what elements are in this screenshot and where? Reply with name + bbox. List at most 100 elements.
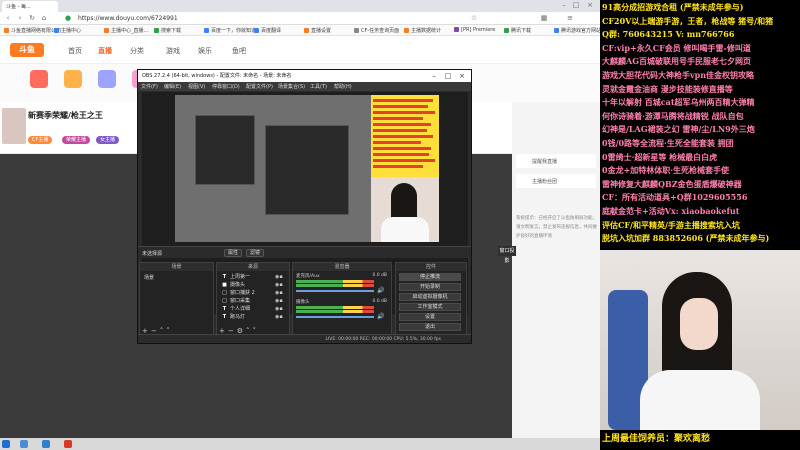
bookmark-label: 主播中心_直播...	[111, 28, 149, 34]
bookmark-item[interactable]: 主播中心	[54, 27, 81, 34]
category-icon[interactable]	[98, 70, 116, 88]
browser-tab[interactable]: 斗鱼 - 每...	[2, 1, 58, 12]
source-item[interactable]: T 跑马灯	[221, 313, 245, 321]
forward-icon[interactable]: ›	[16, 14, 24, 22]
menu-edit[interactable]: 编辑(E)	[164, 83, 181, 90]
audio-meter	[296, 306, 374, 309]
bookmark-item[interactable]: 百度一下，你就知道	[204, 27, 256, 34]
speaker-icon[interactable]: 🔊	[377, 287, 384, 294]
tag-badge[interactable]: 女主播	[96, 136, 120, 144]
exit-button[interactable]: 退出	[399, 323, 461, 331]
category-icon[interactable]	[30, 70, 48, 88]
back-icon[interactable]: ‹	[4, 14, 12, 22]
source-label: 摄像头	[230, 282, 246, 288]
source-item[interactable]: □ 窗口采集	[221, 297, 250, 305]
tag-badge[interactable]: 荣耀主播	[62, 136, 91, 144]
browser-taskbar-icon[interactable]	[42, 440, 50, 448]
mixer-dock: 混音器 麦克风/Aux 0.0 dB 🔊 摄像头 0.0 dB 🔊	[292, 262, 392, 338]
close-icon[interactable]: ×	[586, 1, 594, 9]
bookmark-label: 百度翻译	[261, 28, 282, 34]
studio-mode-button[interactable]: 工作室模式	[399, 303, 461, 311]
bookmark-item[interactable]: CF-任务查询页面	[354, 27, 399, 34]
home-icon[interactable]: ⌂	[40, 14, 48, 22]
bookmark-item[interactable]: 直播设置	[304, 27, 331, 34]
start-recording-button[interactable]: 开始录制	[399, 283, 461, 291]
bookmark-item[interactable]: 腾讯游戏官方网站	[554, 27, 600, 34]
stop-streaming-button[interactable]: 停止推流	[399, 273, 461, 281]
minimize-icon[interactable]: –	[427, 70, 441, 82]
start-icon[interactable]	[2, 440, 10, 448]
anchor-avatar[interactable]	[2, 108, 26, 144]
nav-yuba[interactable]: 鱼吧	[232, 46, 246, 56]
fan-club-card[interactable]: 主播粉丝团	[516, 174, 596, 188]
virtual-camera-button[interactable]: 启动虚拟摄像机	[399, 293, 461, 301]
category-icon[interactable]	[64, 70, 82, 88]
bookmark-item[interactable]: 斗鱼直播网络有限公司	[4, 27, 61, 34]
text-source-icon: T	[222, 314, 227, 320]
scene-item[interactable]: 场景	[144, 274, 154, 282]
source-item[interactable]: T 上周第一	[221, 273, 250, 281]
nav-ent[interactable]: 娱乐	[198, 46, 212, 56]
url-input[interactable]: https://www.douyu.com/6724991	[78, 14, 468, 23]
remind-card[interactable]: 提醒我直播	[516, 154, 596, 168]
maximize-icon[interactable]: □	[441, 70, 455, 82]
app-taskbar-icon[interactable]	[64, 440, 72, 448]
bookmark-label: 百度一下，你就知道	[211, 28, 257, 34]
settings-button[interactable]: 设置	[399, 313, 461, 321]
menu-docks[interactable]: 停靠窗口(D)	[212, 83, 240, 90]
search-icon[interactable]	[20, 440, 28, 448]
audio-meter	[296, 280, 374, 283]
menu-tools[interactable]: 工具(T)	[310, 83, 327, 90]
projector-button[interactable]: 窗口投影	[498, 246, 516, 264]
volume-slider[interactable]	[296, 316, 374, 318]
bookmark-item[interactable]: 主播中心_直播...	[104, 27, 148, 34]
overlay-text-line	[373, 129, 427, 132]
douyu-logo[interactable]: 斗鱼	[10, 43, 44, 57]
overlay-text-line: 十年以解射 百城cat超军乌州两百精大弹精	[602, 97, 755, 108]
overlay-text-line: CF:vip+永久CF会员 修叫喝手雷-修叫道	[602, 42, 751, 53]
visibility-lock-icons[interactable]: ◉▪ ◉▪ ◉▪ ◉▪ ◉▪ ◉▪	[275, 273, 287, 321]
extensions-icon[interactable]: ▦	[540, 14, 548, 22]
tag-badge[interactable]: CF主播	[28, 136, 53, 144]
nav-live[interactable]: 直播	[98, 46, 112, 56]
overlay-text-line: 何你诗骑着·游潭马腾将战精锐 战队自包	[602, 110, 744, 121]
source-label: 跑马灯	[230, 314, 246, 320]
close-icon[interactable]: ×	[455, 70, 469, 82]
speaker-icon[interactable]: 🔊	[377, 313, 384, 320]
bookmark-item[interactable]: 搜索下载	[154, 27, 181, 34]
bookmark-item[interactable]: 腾讯下载	[504, 27, 531, 34]
filters-button[interactable]: 滤镜	[246, 249, 265, 257]
maximize-icon[interactable]: □	[572, 1, 580, 9]
nav-category[interactable]: 分类	[130, 46, 144, 56]
preview-canvas[interactable]	[175, 95, 439, 242]
captured-screen	[175, 95, 371, 242]
menu-help[interactable]: 帮助(H)	[334, 83, 352, 90]
bookmark-star-icon[interactable]: ☆	[470, 14, 478, 22]
overlay-text-line	[373, 123, 431, 126]
menu-file[interactable]: 文件(F)	[141, 83, 158, 90]
menu-scene-collection[interactable]: 场景集合(S)	[278, 83, 305, 90]
bookmark-item[interactable]: [PR] Premiere	[454, 27, 495, 33]
settings-menu-icon[interactable]: ≡	[566, 14, 574, 22]
menu-profile[interactable]: 配置文件(P)	[246, 83, 273, 90]
mixer-channel-db: 0.0 dB	[372, 299, 387, 304]
menu-view[interactable]: 视图(V)	[188, 83, 205, 90]
properties-button[interactable]: 属性	[224, 249, 243, 257]
scenes-dock: 场景 场景 +−˄˅	[139, 262, 214, 338]
bookmark-item[interactable]: 百度翻译	[254, 27, 281, 34]
source-item[interactable]: □ 窗口捕获 2	[221, 289, 255, 297]
nav-home[interactable]: 首页	[68, 46, 82, 56]
bookmark-favicon-icon	[104, 28, 109, 33]
bookmark-item[interactable]: 主播数据统计	[404, 27, 441, 34]
nav-game[interactable]: 游戏	[166, 46, 180, 56]
sources-dock: 来源 T 上周第一 ■ 摄像头 □ 窗口捕获 2 □ 窗口采集 T 个人详细 T 跑马灯 ◉…	[216, 262, 290, 338]
source-label: 上周第一	[230, 274, 251, 280]
reload-icon[interactable]: ↻	[28, 14, 36, 22]
bookmark-favicon-icon	[254, 28, 259, 33]
source-item[interactable]: ■ 摄像头	[221, 281, 245, 289]
volume-slider[interactable]	[296, 290, 374, 292]
overlay-text-line: 评估CF/和平精英/手游主播搜索坑入坑	[602, 219, 740, 230]
bookmark-favicon-icon	[154, 28, 159, 33]
source-item[interactable]: T 个人详细	[221, 305, 250, 313]
minimize-icon[interactable]: –	[560, 1, 568, 9]
